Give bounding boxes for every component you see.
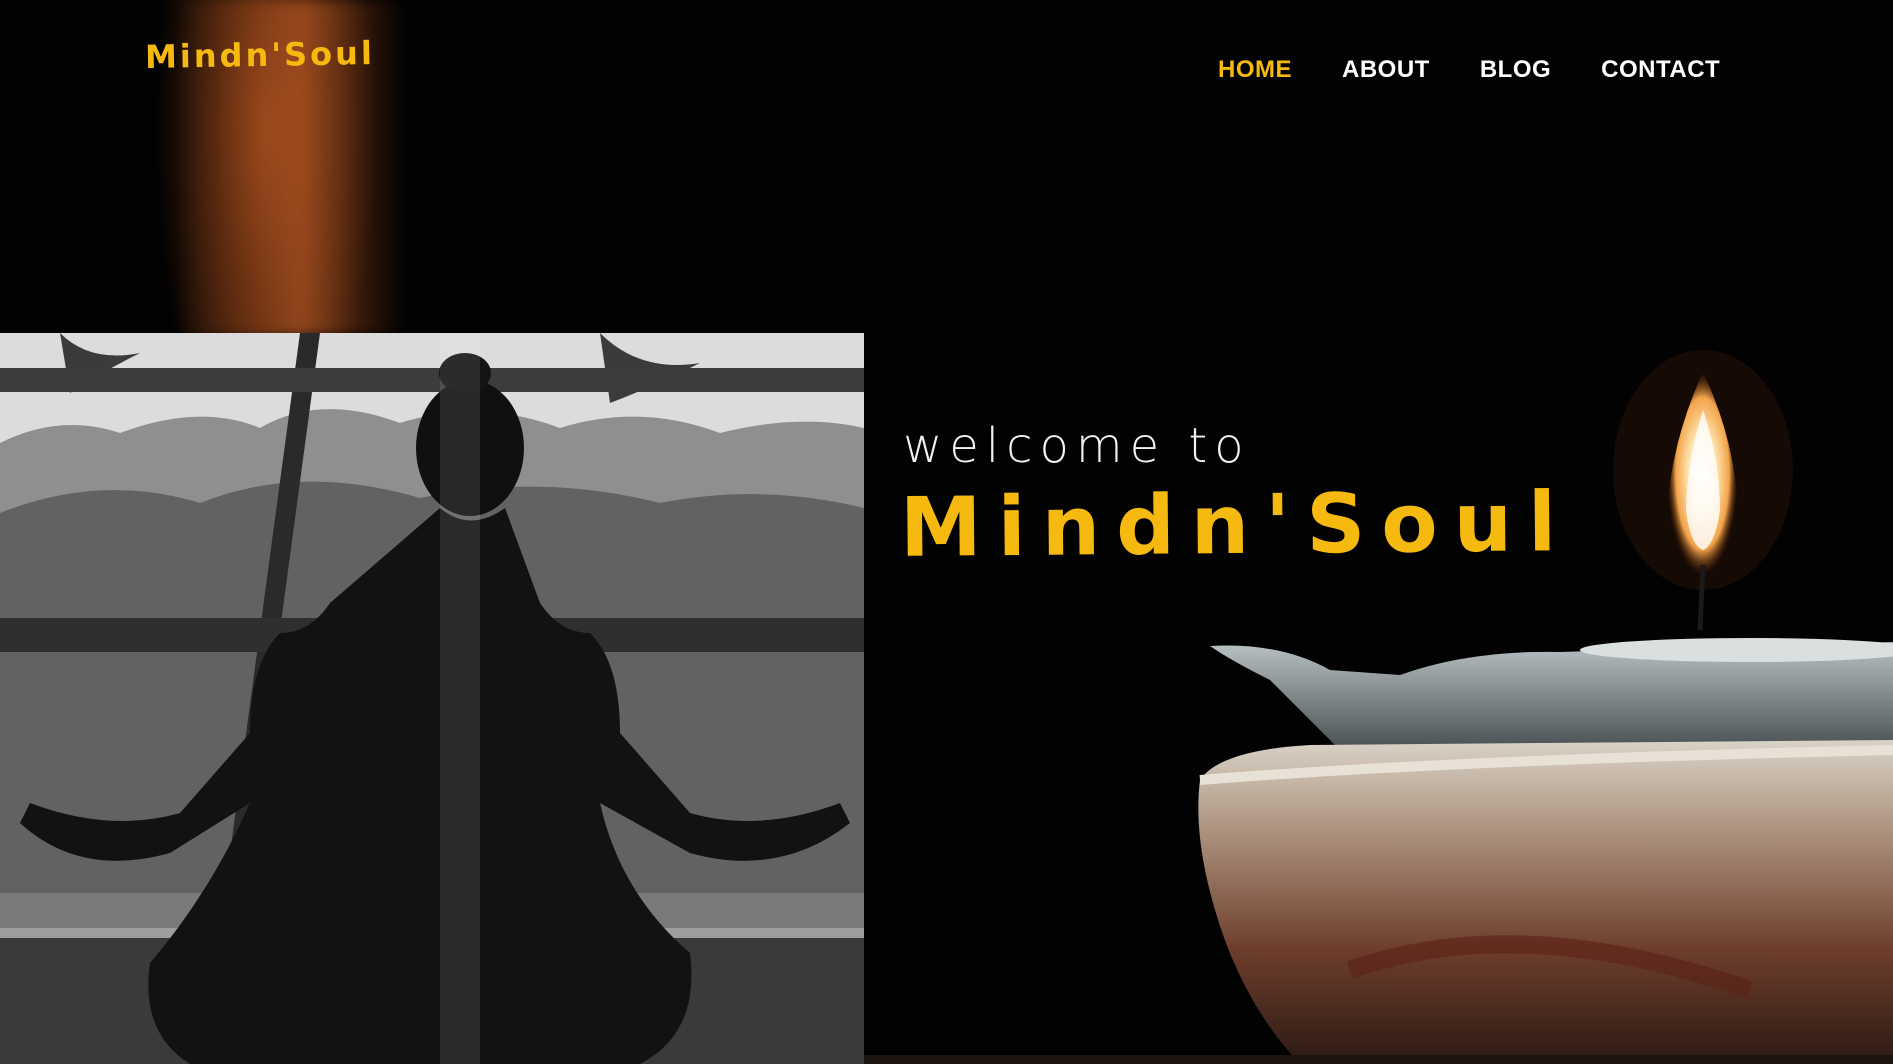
meditation-photo [0, 333, 864, 1064]
nav-home-link[interactable]: HOME [1218, 56, 1292, 84]
nav-contact-link[interactable]: CONTACT [1601, 56, 1720, 84]
hero-section: Mindn'Soul HOME ABOUT BLOG CONTACT welco… [0, 0, 1893, 1064]
bottom-strip [864, 1055, 1893, 1064]
main-nav: HOME ABOUT BLOG CONTACT [1218, 56, 1720, 84]
nav-about-link[interactable]: ABOUT [1342, 56, 1430, 84]
nav-blog-link[interactable]: BLOG [1480, 56, 1551, 84]
site-logo[interactable]: Mindn'Soul [145, 34, 375, 76]
